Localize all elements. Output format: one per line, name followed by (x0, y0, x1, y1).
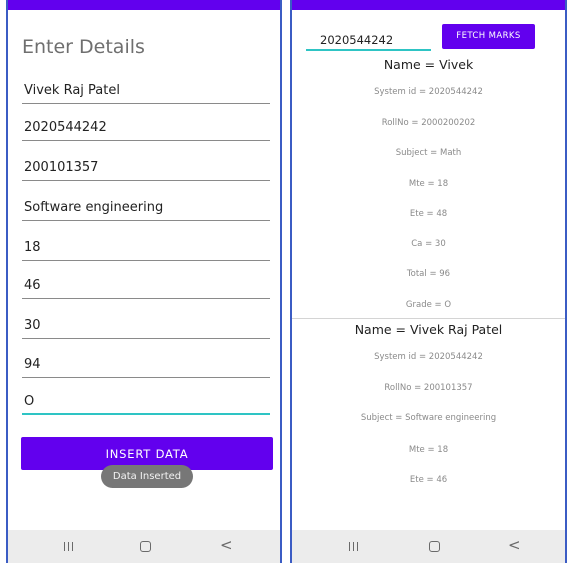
toast-message: Data Inserted (101, 465, 193, 488)
page-title: Enter Details (22, 36, 145, 58)
record-subject: Subject = Software engineering (360, 413, 497, 423)
subject-field[interactable] (22, 195, 270, 221)
record-roll-no: RollNo = 2000200202 (381, 118, 476, 128)
record-grade: Grade = O (405, 300, 452, 310)
navigation-bar: < (8, 530, 280, 563)
total-field[interactable] (22, 352, 270, 378)
record-system-id: System id = 2020544242 (374, 352, 483, 362)
scroll-fade (292, 495, 565, 533)
system-id-search-input[interactable] (306, 30, 431, 51)
system-id-field[interactable] (22, 115, 270, 141)
record-ete: Ete = 48 (409, 209, 448, 219)
name-field[interactable] (22, 78, 270, 104)
record-mte: Mte = 18 (408, 445, 449, 455)
recent-apps-icon[interactable] (64, 542, 73, 551)
ca-field[interactable] (22, 313, 270, 339)
record-name: Name = Vivek Raj Patel (354, 322, 503, 337)
recent-apps-icon[interactable] (349, 542, 358, 551)
record-system-id: System id = 2020544242 (374, 87, 483, 97)
record-mte: Mte = 18 (408, 179, 449, 189)
record-roll-no: RollNo = 200101357 (384, 383, 473, 393)
home-icon[interactable] (140, 541, 151, 552)
home-icon[interactable] (429, 541, 440, 552)
fetch-screen: FETCH MARKS Name = Vivek System id = 202… (290, 0, 567, 563)
back-icon[interactable]: < (508, 536, 521, 554)
fetch-marks-button[interactable]: FETCH MARKS (442, 24, 535, 49)
mte-field[interactable] (22, 235, 270, 261)
status-bar (292, 0, 565, 10)
record-ete: Ete = 46 (409, 475, 448, 485)
record-divider (292, 318, 565, 319)
status-bar (8, 0, 280, 10)
grade-field[interactable] (22, 389, 270, 415)
ete-field[interactable] (22, 273, 270, 299)
record-subject: Subject = Math (395, 148, 462, 158)
navigation-bar: < (292, 530, 565, 563)
record-total: Total = 96 (406, 269, 451, 279)
back-icon[interactable]: < (220, 536, 233, 554)
roll-no-field[interactable] (22, 155, 270, 181)
record-ca: Ca = 30 (411, 239, 446, 249)
insert-screen: Enter Details INSERT DATA Data Inserted … (6, 0, 282, 563)
record-name: Name = Vivek (383, 57, 474, 72)
